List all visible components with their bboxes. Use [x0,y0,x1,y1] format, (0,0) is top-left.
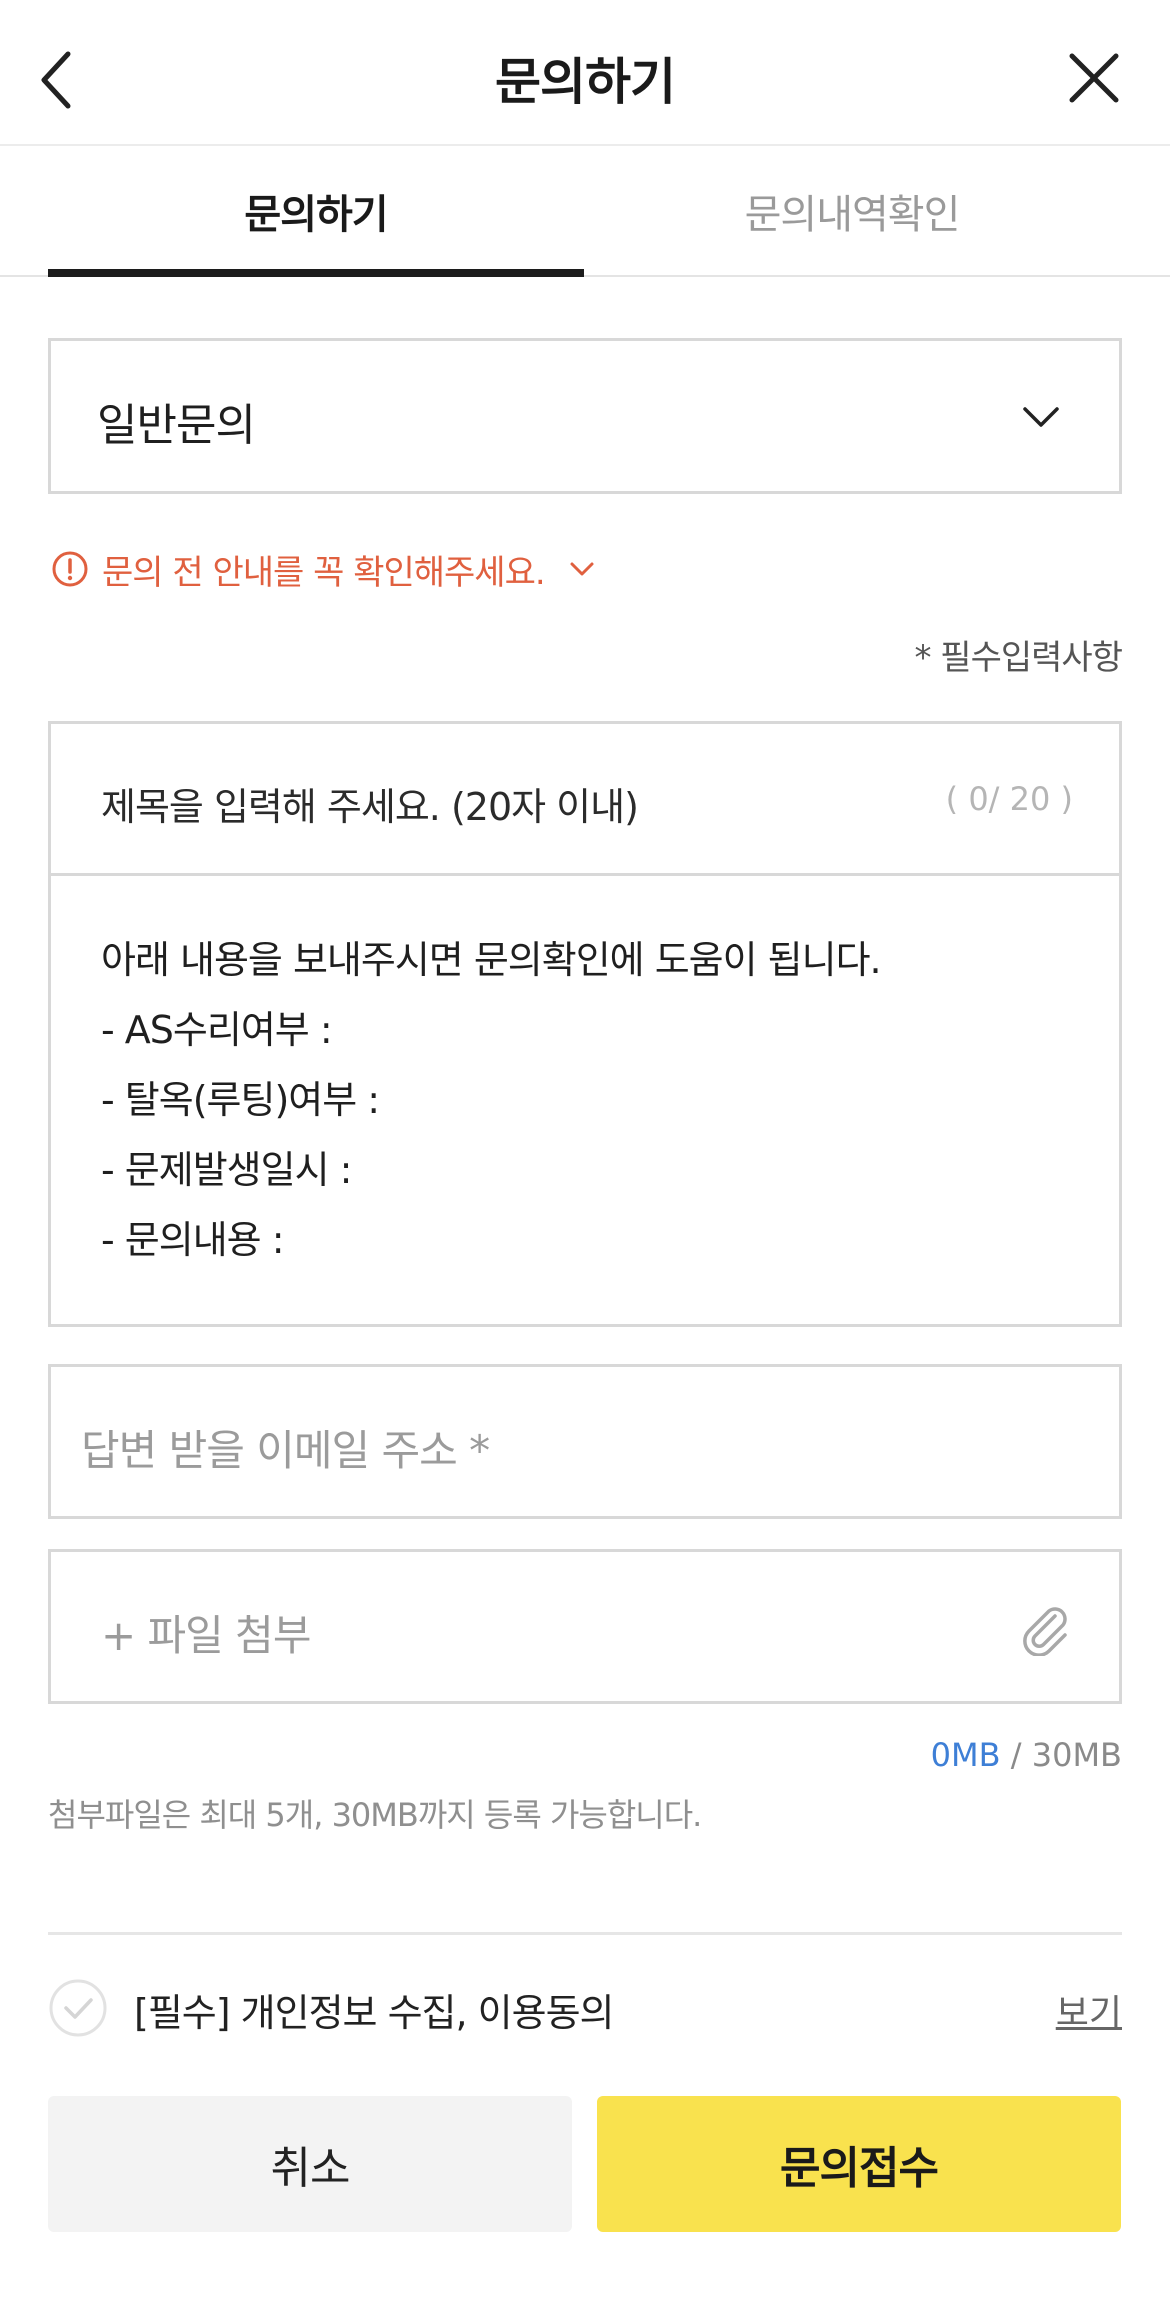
close-icon [1069,53,1119,103]
required-fields-note: * 필수입력사항 [914,638,1123,678]
email-placeholder: 답변 받을 이메일 주소 * [81,1426,490,1475]
close-button[interactable] [1058,42,1130,114]
file-size-limit: 30MB [1031,1736,1122,1774]
agreement-checkbox[interactable] [48,1978,108,2038]
tab-bar: 문의하기 문의내역확인 [0,146,1170,277]
tab-inquiry-history[interactable]: 문의내역확인 [584,146,1120,275]
attachment-note: 첨부파일은 최대 5개, 30MB까지 등록 가능합니다. [48,1796,702,1834]
body-line: - 탈옥(루팅)여부 : [101,1078,380,1122]
chevron-down-icon [1023,407,1059,427]
title-char-counter: ( 0/ 20 ) [945,780,1073,818]
check-circle-icon [49,1979,107,2037]
submit-inquiry-button[interactable]: 문의접수 [597,2096,1121,2232]
chevron-down-icon [570,562,594,576]
file-size-separator: / [1000,1736,1032,1774]
agreement-view-link[interactable]: 보기 [1056,1984,1122,2036]
notice-toggle[interactable]: 문의 전 안내를 꼭 확인해주세요. [50,544,597,594]
email-input[interactable]: 답변 받을 이메일 주소 * [48,1364,1122,1519]
inquiry-body-textarea[interactable]: 아래 내용을 보내주시면 문의확인에 도움이 됩니다. - AS수리여부 : -… [51,879,1119,1324]
inquiry-form-box: 제목을 입력해 주세요. (20자 이내) ( 0/ 20 ) 아래 내용을 보… [48,721,1122,1327]
agreement-label: [필수] 개인정보 수집, 이용동의 [134,1991,614,2035]
file-size-used: 0MB [930,1736,1001,1774]
notice-text: 문의 전 안내를 꼭 확인해주세요. [102,552,546,593]
app-header: 문의하기 [0,0,1170,146]
body-line: - 문제발생일시 : [101,1148,352,1192]
page-title: 문의하기 [495,53,676,111]
divider [48,1932,1122,1935]
file-attach-label: + 파일 첨부 [101,1611,311,1660]
category-select[interactable]: 일반문의 [48,338,1122,494]
file-attach-button[interactable]: + 파일 첨부 [48,1549,1122,1704]
body-line: - AS수리여부 : [101,1008,333,1052]
alert-circle-icon [52,551,88,587]
privacy-agreement-row: [필수] 개인정보 수집, 이용동의 보기 [48,1978,1122,2038]
tab-inquiry[interactable]: 문의하기 [48,146,584,277]
title-placeholder: 제목을 입력해 주세요. (20자 이내) [101,785,639,829]
category-select-value: 일반문의 [97,400,256,451]
cancel-button[interactable]: 취소 [48,2096,572,2232]
body-line: 아래 내용을 보내주시면 문의확인에 도움이 됩니다. [101,938,882,982]
title-input[interactable]: 제목을 입력해 주세요. (20자 이내) ( 0/ 20 ) [51,724,1119,876]
paperclip-icon [1023,1607,1067,1656]
file-size-indicator: 0MB / 30MB [931,1736,1122,1774]
body-line: - 문의내용 : [101,1218,285,1262]
